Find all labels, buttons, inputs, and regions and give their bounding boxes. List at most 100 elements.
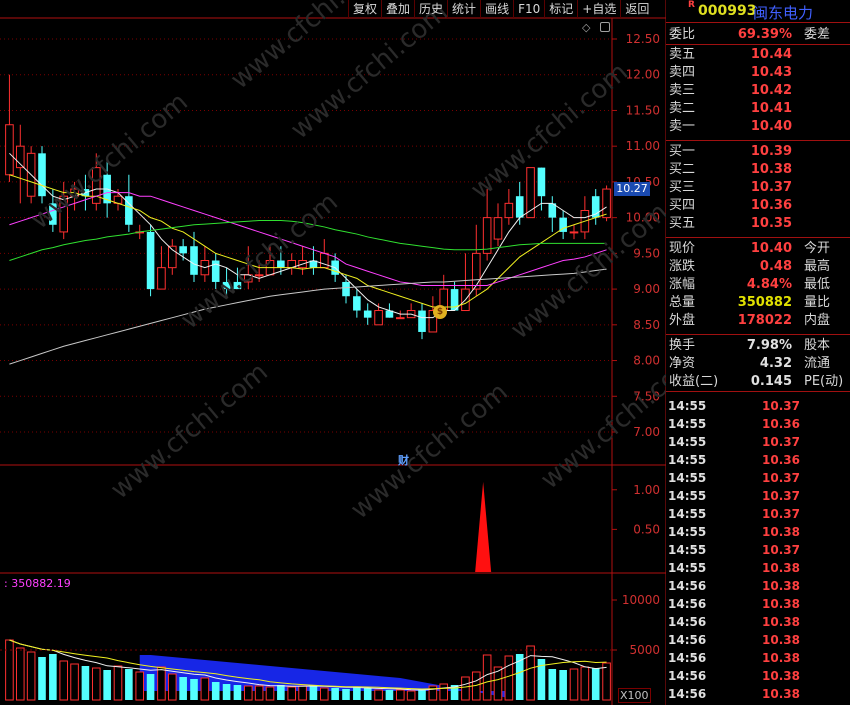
y-tick-label: 11.50 (626, 103, 660, 117)
watermark-text: www.cfchi.com (345, 377, 514, 525)
volume-bar (233, 685, 242, 700)
quote-row: 卖二 10.41 (666, 100, 850, 118)
volume-bar (5, 639, 14, 701)
finance-marker[interactable]: 财 (398, 452, 409, 468)
volume-bar (190, 679, 198, 700)
kline-chart[interactable]: 12.5012.0011.5011.0010.5010.009.509.008.… (0, 0, 666, 705)
quote-value: 10.44 (750, 47, 792, 62)
toolbar-btn-1[interactable]: 叠加 (381, 0, 414, 18)
tick-row: 14:56 10.38 (666, 595, 850, 613)
volume-bar (254, 685, 264, 701)
quote-value: 10.42 (750, 83, 792, 98)
toolbar-btn-5[interactable]: F10 (513, 0, 544, 18)
tick-time: 14:56 (668, 651, 707, 665)
scroll-icon[interactable] (600, 22, 610, 32)
divider (666, 237, 850, 238)
quote-label: 卖二 (669, 101, 696, 116)
candle (418, 310, 426, 332)
volume-bar (15, 647, 25, 701)
tick-price: 10.38 (762, 597, 800, 611)
candle (157, 267, 166, 290)
tick-row: 14:56 10.38 (666, 685, 850, 703)
volume-bar (265, 686, 275, 701)
y-tick-label: 11.00 (626, 139, 660, 153)
toolbar-btn-6[interactable]: 标记 (544, 0, 577, 18)
volume-bar (81, 666, 90, 700)
candle (179, 246, 187, 254)
quote-row: 卖一 10.40 (666, 118, 850, 136)
volume-bar (353, 687, 361, 700)
tick-price: 10.36 (762, 417, 800, 431)
tick-price: 10.38 (762, 633, 800, 647)
volume-bar (167, 673, 177, 701)
quote-label: 卖三 (669, 83, 696, 98)
quote-label2: 流通 (804, 356, 831, 371)
toolbar-btn-3[interactable]: 统计 (447, 0, 480, 18)
quote-value: 4.32 (759, 356, 792, 371)
money-bag-icon[interactable]: $ (433, 305, 447, 319)
diamond-icon[interactable]: ◇ (582, 21, 590, 34)
tick-price: 10.38 (762, 579, 800, 593)
quote-row: 涨幅 4.84% 最低 (666, 276, 850, 294)
volume-bar (428, 685, 438, 701)
volume-bar (243, 685, 253, 701)
tick-row: 14:55 10.38 (666, 523, 850, 541)
y-tick-label: 8.00 (633, 354, 660, 368)
quote-value: 10.39 (750, 144, 792, 159)
tick-price: 10.38 (762, 561, 800, 575)
tick-row: 14:55 10.37 (666, 505, 850, 523)
toolbar-btn-8[interactable]: 返回 (620, 0, 653, 18)
volume-panel (0, 599, 617, 701)
quote-label2: 股本 (804, 338, 831, 353)
quote-value: 0.48 (759, 259, 792, 274)
tick-time: 14:55 (668, 435, 707, 449)
quote-row: 买一 10.39 (666, 143, 850, 161)
volume-bar (200, 677, 210, 701)
volume-bar (482, 654, 492, 701)
volume-unit: X100 (618, 688, 651, 703)
tick-row: 14:56 10.38 (666, 667, 850, 685)
quote-value: 10.41 (750, 101, 792, 116)
tick-time: 14:55 (668, 507, 707, 521)
tick-row: 14:56 10.38 (666, 613, 850, 631)
toolbar-btn-7[interactable]: +自选 (577, 0, 620, 18)
quote-value: 10.40 (750, 119, 792, 134)
r-mark: R (688, 0, 695, 10)
candle (482, 217, 492, 254)
volume-bar (179, 677, 187, 700)
watermark-text: www.cfchi.com (25, 87, 194, 235)
candle (342, 281, 350, 297)
stock-header: R 000993 闽东电力 (666, 0, 850, 22)
volume-bar (113, 665, 123, 701)
quote-row: 换手 7.98% 股本 (666, 337, 850, 355)
volume-bar (49, 654, 57, 700)
candle (537, 167, 546, 197)
quote-value: 10.35 (750, 216, 792, 231)
quote-label: 买四 (669, 198, 696, 213)
volume-bar (548, 669, 557, 700)
quote-value: 350882 (737, 295, 792, 310)
quote-label: 总量 (669, 295, 696, 310)
candle (471, 252, 481, 290)
divider (666, 140, 850, 141)
toolbar-btn-0[interactable]: 复权 (348, 0, 381, 18)
quote-row: 涨跌 0.48 最高 (666, 258, 850, 276)
y-axis-labels: 12.5012.0011.5011.0010.5010.009.509.008.… (622, 32, 660, 657)
quote-row: 净资 4.32 流通 (666, 355, 850, 373)
quote-row: 买四 10.36 (666, 197, 850, 215)
quote-row: 买三 10.37 (666, 179, 850, 197)
volume-bar (342, 689, 350, 700)
tick-time: 14:56 (668, 633, 707, 647)
quote-label: 买一 (669, 144, 696, 159)
quote-row: 总量 350882 量比 (666, 294, 850, 312)
divider (666, 334, 850, 335)
signal-panel (475, 481, 617, 572)
signal-spike (475, 481, 492, 572)
volume-bar (38, 657, 46, 700)
candle (374, 310, 383, 326)
toolbar-btn-4[interactable]: 画线 (480, 0, 513, 18)
toolbar-btn-2[interactable]: 历史 (414, 0, 447, 18)
stock-name: 闽东电力 (753, 4, 814, 22)
quote-row: 卖三 10.42 (666, 82, 850, 100)
quote-label: 现价 (669, 241, 696, 256)
